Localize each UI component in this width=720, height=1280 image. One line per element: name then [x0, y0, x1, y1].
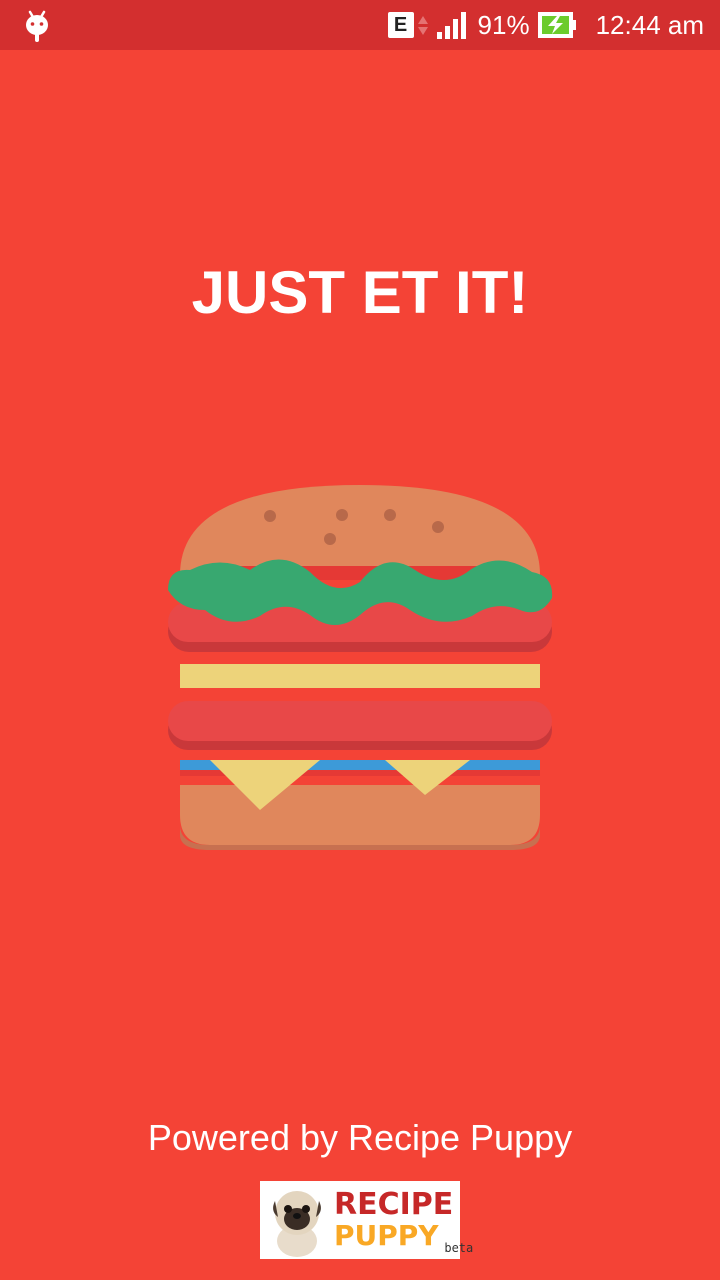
- battery-percent: 91%: [477, 9, 530, 40]
- status-indicators: E 91% 12:44 am: [387, 0, 704, 50]
- battery-charging-icon: [537, 12, 576, 38]
- status-bar: E 91% 12:44 am: [0, 0, 720, 50]
- app-title: JUST ET IT!: [191, 259, 529, 326]
- burger-illustration: [160, 470, 560, 860]
- logo-puppy-text: PUPPY: [334, 1219, 439, 1252]
- android-debug-icon: [22, 9, 52, 48]
- recipe-puppy-logo[interactable]: RECIPE PUPPY beta: [260, 1181, 473, 1259]
- pug-icon: [273, 1191, 321, 1257]
- clock: 12:44 am: [595, 9, 704, 40]
- logo-recipe-text: RECIPE: [334, 1187, 454, 1222]
- powered-by-text: Powered by Recipe Puppy: [147, 1117, 573, 1158]
- network-type-icon: E: [387, 12, 414, 38]
- signal-icon: [436, 12, 466, 39]
- logo-beta-badge: beta: [444, 1241, 474, 1255]
- data-arrows-icon: [417, 15, 428, 35]
